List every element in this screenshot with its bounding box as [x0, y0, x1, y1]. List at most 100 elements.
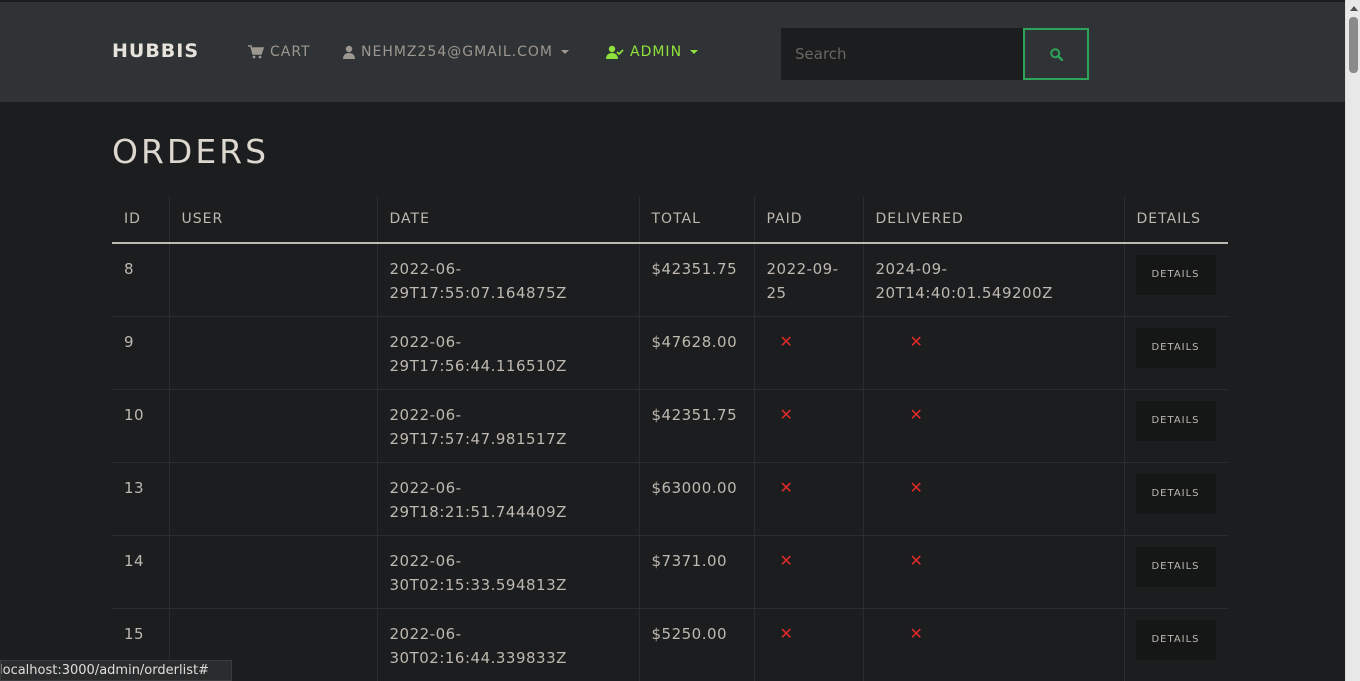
- order-paid: ✕: [754, 316, 864, 390]
- table-row: 9 2022-06- 29T17:56:44.116510Z $47628.00 …: [112, 316, 1228, 390]
- order-total: $63000.00: [639, 462, 755, 536]
- header-user: USER: [169, 196, 378, 244]
- order-date-line2: 29T17:56:44.116510Z: [389, 356, 567, 375]
- user-email-label: NEHMZ254@GMAIL.COM: [361, 44, 553, 60]
- order-id: 14: [112, 535, 170, 609]
- order-total: $47628.00: [639, 316, 755, 390]
- scroll-up-arrow-icon[interactable]: [1350, 6, 1358, 11]
- order-user: [169, 462, 378, 536]
- order-paid: ✕: [754, 389, 864, 463]
- order-id: 13: [112, 462, 170, 536]
- admin-dropdown[interactable]: ADMIN: [606, 44, 699, 60]
- order-date: 2022-06- 29T17:55:07.164875Z: [377, 243, 640, 317]
- order-paid: ✕: [754, 535, 864, 609]
- order-total: $42351.75: [639, 389, 755, 463]
- scrollbar-thumb[interactable]: [1349, 17, 1358, 73]
- order-date: 2022-06- 29T17:57:47.981517Z: [377, 389, 640, 463]
- order-date-line1: 2022-06-: [389, 478, 462, 497]
- top-navbar: HUBBIS CART NEHMZ254@GMAIL.COM ADMIN: [0, 0, 1345, 102]
- table-row: 13 2022-06- 29T18:21:51.744409Z $63000.00…: [112, 462, 1228, 536]
- close-icon: ✕: [779, 331, 794, 351]
- details-button[interactable]: DETAILS: [1135, 400, 1216, 441]
- cart-link[interactable]: CART: [248, 44, 311, 60]
- orders-table: ID USER DATE TOTAL PAID DELIVERED DETAIL…: [112, 196, 1228, 681]
- table-row: 15 2022-06- 30T02:16:44.339833Z $5250.00 …: [112, 608, 1228, 681]
- table-header-row: ID USER DATE TOTAL PAID DELIVERED DETAIL…: [112, 196, 1228, 244]
- order-date-line1: 2022-06-: [389, 332, 462, 351]
- close-icon: ✕: [779, 477, 794, 497]
- header-total: TOTAL: [639, 196, 755, 244]
- chevron-down-icon: [690, 50, 699, 54]
- link-status-bar: localhost:3000/admin/orderlist#: [0, 660, 232, 681]
- details-button[interactable]: DETAILS: [1135, 619, 1216, 660]
- order-details-cell: DETAILS: [1124, 243, 1228, 317]
- order-delivered-line1: 2024-09-: [875, 260, 948, 278]
- order-paid-line1: 2022-09-: [766, 260, 839, 278]
- order-delivered: ✕: [863, 535, 1125, 609]
- vertical-scrollbar[interactable]: [1345, 0, 1360, 681]
- order-paid-date: 2022-09- 25: [754, 243, 864, 317]
- order-date-line1: 2022-06-: [389, 405, 462, 424]
- close-icon: ✕: [909, 477, 924, 497]
- cart-label: CART: [270, 44, 311, 60]
- user-dropdown[interactable]: NEHMZ254@GMAIL.COM: [343, 44, 569, 60]
- details-button[interactable]: DETAILS: [1135, 473, 1216, 514]
- user-icon: [343, 45, 355, 59]
- order-id: 8: [112, 243, 170, 317]
- order-total: $42351.75: [639, 243, 755, 317]
- header-delivered: DELIVERED: [863, 196, 1125, 244]
- close-icon: ✕: [779, 550, 794, 570]
- search-button[interactable]: [1023, 28, 1089, 80]
- order-delivered: ✕: [863, 608, 1125, 681]
- order-details-cell: DETAILS: [1124, 535, 1228, 609]
- order-date-line2: 30T02:15:33.594813Z: [389, 575, 567, 594]
- page-title: ORDERS: [112, 132, 270, 171]
- order-delivered-date: 2024-09- 20T14:40:01.549200Z: [863, 243, 1125, 317]
- cart-icon: [248, 45, 264, 59]
- order-details-cell: DETAILS: [1124, 462, 1228, 536]
- order-details-cell: DETAILS: [1124, 389, 1228, 463]
- order-delivered: ✕: [863, 389, 1125, 463]
- table-row: 10 2022-06- 29T17:57:47.981517Z $42351.75…: [112, 389, 1228, 463]
- order-user: [169, 316, 378, 390]
- order-user: [169, 535, 378, 609]
- brand-logo[interactable]: HUBBIS: [112, 40, 199, 62]
- order-date-line2: 30T02:16:44.339833Z: [389, 648, 567, 667]
- order-details-cell: DETAILS: [1124, 608, 1228, 681]
- order-user: [169, 243, 378, 317]
- order-paid-line2: 25: [766, 284, 787, 302]
- table-row: 14 2022-06- 30T02:15:33.594813Z $7371.00 …: [112, 535, 1228, 609]
- chevron-down-icon: [561, 50, 569, 54]
- header-paid: PAID: [754, 196, 864, 244]
- order-details-cell: DETAILS: [1124, 316, 1228, 390]
- table-row: 8 2022-06- 29T17:55:07.164875Z $42351.75 …: [112, 243, 1228, 317]
- close-icon: ✕: [909, 623, 924, 643]
- order-id: 9: [112, 316, 170, 390]
- order-date-line1: 2022-06-: [389, 624, 462, 643]
- details-button[interactable]: DETAILS: [1135, 327, 1216, 368]
- user-check-icon: [606, 45, 624, 59]
- order-user: [169, 389, 378, 463]
- close-icon: ✕: [779, 623, 794, 643]
- order-date: 2022-06- 29T17:56:44.116510Z: [377, 316, 640, 390]
- order-delivered: ✕: [863, 462, 1125, 536]
- order-delivered: ✕: [863, 316, 1125, 390]
- header-date: DATE: [377, 196, 640, 244]
- order-date-line1: 2022-06-: [389, 551, 462, 570]
- details-button[interactable]: DETAILS: [1135, 546, 1216, 587]
- search-input[interactable]: [781, 28, 1023, 80]
- order-total: $5250.00: [639, 608, 755, 681]
- order-id: 10: [112, 389, 170, 463]
- order-paid: ✕: [754, 462, 864, 536]
- order-date-line2: 29T17:55:07.164875Z: [389, 284, 567, 302]
- order-date: 2022-06- 29T18:21:51.744409Z: [377, 462, 640, 536]
- order-date-line1: 2022-06-: [389, 260, 462, 278]
- search-icon: [1049, 47, 1063, 61]
- close-icon: ✕: [909, 404, 924, 424]
- details-button[interactable]: DETAILS: [1135, 255, 1216, 295]
- close-icon: ✕: [909, 550, 924, 570]
- close-icon: ✕: [909, 331, 924, 351]
- header-id: ID: [112, 196, 170, 244]
- order-date: 2022-06- 30T02:15:33.594813Z: [377, 535, 640, 609]
- order-date-line2: 29T18:21:51.744409Z: [389, 502, 567, 521]
